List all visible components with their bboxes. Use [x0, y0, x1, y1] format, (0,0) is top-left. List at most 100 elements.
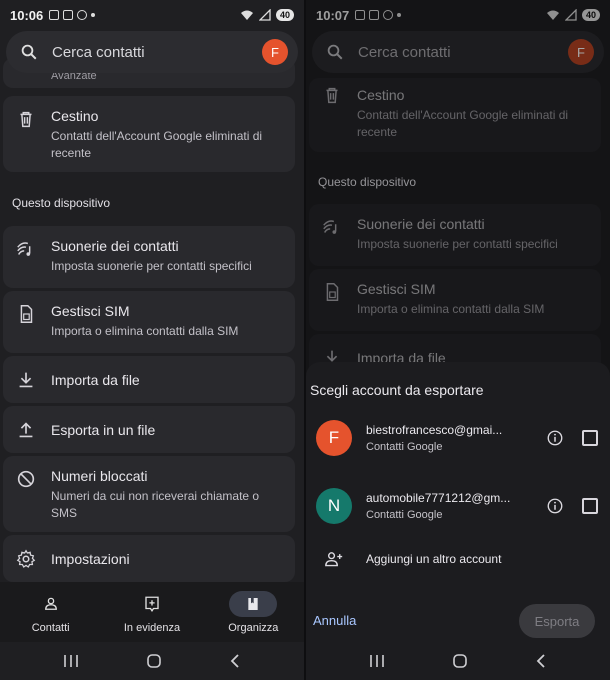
wifi-icon: [240, 10, 253, 20]
manage-sim-item[interactable]: Gestisci SIM Importa o elimina contatti …: [3, 291, 295, 353]
add-account-label: Aggiungi un altro account: [366, 552, 502, 566]
manage-sim-title: Gestisci SIM: [357, 281, 436, 297]
account-type: Contatti Google: [366, 509, 443, 521]
account-avatar: N: [316, 488, 352, 524]
notification-icon: [63, 10, 74, 20]
manage-sim-desc: Importa o elimina contatti dalla SIM: [357, 302, 545, 316]
voicemail-icon: [383, 10, 394, 20]
status-time: 10:07: [316, 7, 350, 23]
signal-icon: [258, 9, 271, 21]
gear-icon: [16, 549, 36, 568]
bottom-navigation: Contatti In evidenza Organizza: [0, 582, 304, 642]
ringtones-title: Suonerie dei contatti: [51, 238, 179, 254]
trash-title: Cestino: [357, 87, 405, 103]
search-bar[interactable]: Cerca contatti F: [312, 31, 604, 73]
export-file-title: Esporta in un file: [51, 421, 156, 438]
ringtones-title: Suonerie dei contatti: [357, 216, 485, 232]
info-icon[interactable]: [546, 497, 564, 515]
signal-icon: [564, 9, 577, 21]
trash-item[interactable]: Cestino Contatti dell'Account Google eli…: [309, 78, 601, 152]
search-input[interactable]: Cerca contatti: [52, 44, 262, 61]
search-input[interactable]: Cerca contatti: [358, 44, 568, 61]
manage-sim-title: Gestisci SIM: [51, 303, 130, 319]
nav-highlights[interactable]: In evidenza: [101, 582, 202, 642]
blocked-numbers-title: Numeri bloccati: [51, 468, 148, 484]
account-row[interactable]: N automobile7771212@gm... Contatti Googl…: [316, 486, 598, 526]
manage-sim-item[interactable]: Gestisci SIM Importa o elimina contatti …: [309, 269, 601, 331]
settings-title: Impostazioni: [51, 550, 130, 567]
settings-item[interactable]: Impostazioni: [3, 535, 295, 582]
battery-indicator: 40: [275, 9, 294, 21]
manage-sim-desc: Importa o elimina contatti dalla SIM: [51, 324, 239, 338]
trash-desc-line1: Contatti dell'Account Google eliminati d…: [357, 108, 569, 122]
back-icon[interactable]: [535, 653, 547, 669]
account-email: biestrofrancesco@gmai...: [366, 423, 503, 437]
upload-icon: [19, 421, 33, 437]
more-notifications-icon: [397, 13, 402, 17]
person-icon: [44, 597, 57, 610]
import-file-item[interactable]: Importa da file: [3, 356, 295, 403]
home-icon[interactable]: [146, 653, 162, 669]
nav-contacts[interactable]: Contatti: [0, 582, 101, 642]
left-screen: 10:06 40 Cerca contatti F Avanzate Cesti…: [0, 0, 304, 680]
ringtones-item[interactable]: Suonerie dei contatti Imposta suonerie p…: [3, 226, 295, 288]
back-icon[interactable]: [229, 653, 241, 669]
highlights-icon: [145, 596, 159, 612]
cancel-button[interactable]: Annulla: [313, 613, 356, 628]
nav-organize[interactable]: Organizza: [203, 582, 304, 642]
download-icon: [19, 372, 33, 387]
battery-indicator: 40: [581, 9, 600, 21]
add-person-icon: [325, 552, 343, 567]
sheet-title: Scegli account da esportare: [310, 382, 484, 398]
account-row[interactable]: F biestrofrancesco@gmai... Contatti Goog…: [316, 418, 598, 458]
search-bar[interactable]: Cerca contatti F: [6, 31, 298, 73]
trash-item[interactable]: Cestino Contatti dell'Account Google eli…: [3, 96, 295, 172]
system-navigation: [306, 642, 610, 680]
blocked-numbers-item[interactable]: Numeri bloccati Numeri da cui non riceve…: [3, 456, 295, 532]
add-account-button[interactable]: Aggiungi un altro account: [324, 550, 501, 568]
notification-icon: [49, 10, 60, 20]
trash-title: Cestino: [51, 108, 99, 124]
blocked-desc-line2: SMS: [51, 506, 78, 520]
search-icon: [21, 44, 37, 60]
ringtone-icon: [17, 242, 31, 256]
account-type: Contatti Google: [366, 441, 443, 453]
right-screen: 10:07 40 Cerca contatti F Cestino Contat…: [306, 0, 610, 680]
account-email: automobile7771212@gm...: [366, 491, 511, 505]
section-header: Questo dispositivo: [318, 175, 417, 189]
ringtones-item[interactable]: Suonerie dei contatti Imposta suonerie p…: [309, 204, 601, 266]
account-checkbox[interactable]: [582, 430, 598, 446]
voicemail-icon: [77, 10, 88, 20]
system-navigation: [0, 642, 304, 680]
info-icon[interactable]: [546, 429, 564, 447]
ringtones-desc: Imposta suonerie per contatti specifici: [357, 237, 558, 251]
recents-icon[interactable]: [63, 654, 79, 668]
status-bar: 10:07 40: [306, 0, 610, 30]
account-avatar[interactable]: F: [568, 39, 594, 65]
export-file-item[interactable]: Esporta in un file: [3, 406, 295, 453]
account-avatar: F: [316, 420, 352, 456]
blocked-desc-line1: Numeri da cui non riceverai chiamate o: [51, 489, 260, 503]
import-file-title: Importa da file: [51, 371, 140, 388]
more-notifications-icon: [91, 13, 96, 17]
trash-icon: [326, 87, 338, 104]
sim-card-icon: [20, 305, 33, 323]
export-account-sheet: Scegli account da esportare F biestrofra…: [306, 362, 610, 642]
block-icon: [17, 470, 35, 488]
trash-desc-line2: recente: [357, 125, 398, 139]
search-icon: [327, 44, 343, 60]
wifi-icon: [546, 10, 559, 20]
trash-icon: [20, 111, 32, 128]
home-icon[interactable]: [452, 653, 468, 669]
section-header: Questo dispositivo: [12, 196, 111, 210]
trash-desc-line1: Contatti dell'Account Google eliminati d…: [51, 129, 263, 143]
export-button[interactable]: Esporta: [519, 604, 595, 638]
account-avatar[interactable]: F: [262, 39, 288, 65]
recents-icon[interactable]: [369, 654, 385, 668]
bookmark-book-icon: [248, 597, 258, 610]
account-checkbox[interactable]: [582, 498, 598, 514]
status-bar: 10:06 40: [0, 0, 304, 30]
sim-card-icon: [326, 283, 339, 301]
nav-highlights-label: In evidenza: [123, 621, 181, 634]
nav-contacts-label: Contatti: [31, 621, 70, 634]
